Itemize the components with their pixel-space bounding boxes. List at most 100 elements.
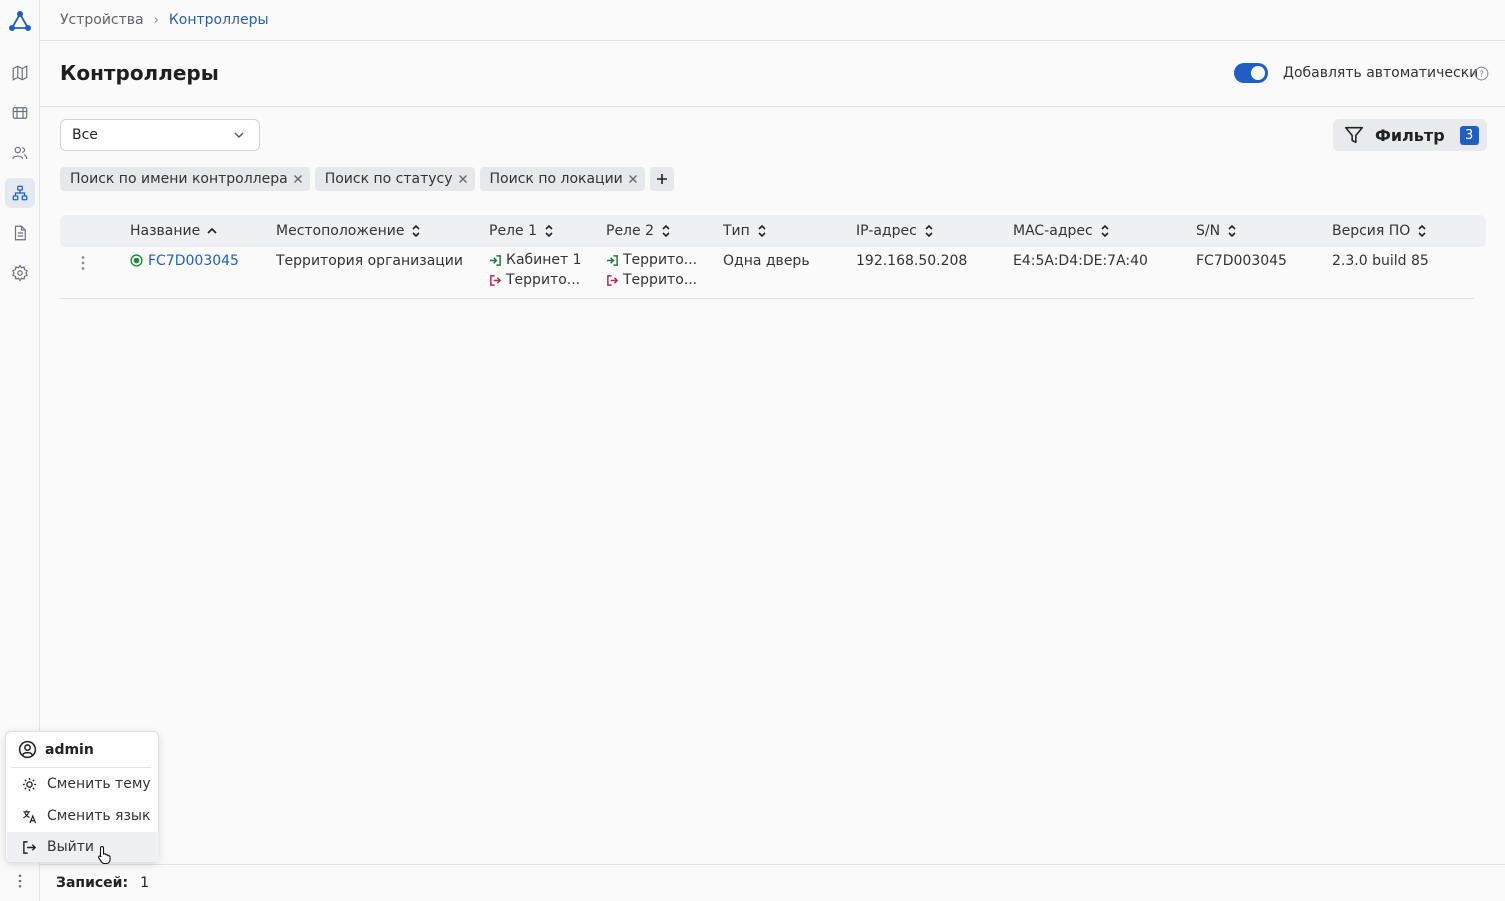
exit-icon	[607, 274, 619, 286]
sun-icon	[22, 777, 37, 791]
sidebar-item-reports[interactable]	[5, 218, 35, 248]
records-count: 1	[140, 875, 149, 891]
column-label: Версия ПО	[1332, 223, 1411, 239]
controller-name-link[interactable]: FC7D003045	[148, 253, 239, 269]
cell-ip: 192.168.50.208	[856, 253, 968, 269]
cell-location: Территория организации	[276, 253, 464, 269]
sort-icon	[1228, 224, 1236, 238]
filter-icon	[1344, 126, 1364, 144]
translate-icon	[23, 809, 37, 823]
chip-search-status[interactable]: Поиск по статусу	[314, 167, 475, 191]
column-header-type[interactable]: Тип	[723, 223, 768, 239]
page-title: Контроллеры	[60, 61, 219, 85]
chip-label: Поиск по локации	[489, 171, 623, 187]
filter-count-badge: 3	[1459, 125, 1479, 145]
plus-icon	[656, 174, 667, 184]
auto-add-label: Добавлять автоматически	[1283, 65, 1479, 81]
change-theme-item[interactable]: Сменить тему	[7, 769, 159, 799]
column-label: S/N	[1196, 223, 1221, 239]
column-header-location[interactable]: Местоположение	[276, 223, 422, 239]
sort-icon	[545, 224, 553, 238]
records-label: Записей:	[56, 875, 129, 891]
logout-icon	[23, 840, 37, 854]
column-label: MAC-адрес	[1013, 223, 1093, 239]
chevron-down-icon	[234, 132, 244, 138]
toggle-knob	[1251, 66, 1265, 80]
users-icon	[12, 146, 28, 160]
change-language-item[interactable]: Сменить язык	[7, 801, 159, 831]
svg-text:?: ?	[1479, 70, 1484, 80]
column-label: Реле 1	[489, 223, 537, 239]
column-label: Местоположение	[276, 223, 405, 239]
cell-sn: FC7D003045	[1196, 253, 1287, 269]
column-header-sn[interactable]: S/N	[1196, 223, 1238, 239]
column-header-relay2[interactable]: Реле 2	[606, 223, 672, 239]
relay-out-label: Террито...	[623, 272, 698, 288]
app-logo-icon[interactable]	[8, 9, 32, 33]
cell-mac: E4:5A:D4:DE:7A:40	[1013, 253, 1148, 269]
user-menu: admin Сменить тему Сменить язык Выйти	[5, 731, 159, 863]
table-header: Название Местоположение Реле 1 Реле 2 Ти…	[60, 215, 1486, 247]
menu-item-label: Сменить тему	[47, 776, 151, 792]
column-header-mac[interactable]: MAC-адрес	[1013, 223, 1111, 239]
chip-search-location[interactable]: Поиск по локации	[479, 167, 645, 191]
enter-icon	[606, 254, 618, 266]
close-icon[interactable]	[457, 173, 469, 185]
chip-label: Поиск по статусу	[324, 171, 453, 187]
sidebar-item-settings[interactable]	[5, 258, 35, 288]
filter-button[interactable]: Фильтр 3	[1333, 119, 1487, 151]
sidebar-item-users[interactable]	[5, 138, 35, 168]
status-select-value: Все	[72, 127, 98, 143]
enter-icon	[489, 254, 501, 266]
search-chips: Поиск по имени контроллера Поиск по стат…	[60, 167, 674, 191]
more-icon[interactable]	[10, 868, 30, 894]
logout-item[interactable]: Выйти	[7, 832, 159, 862]
column-header-relay1[interactable]: Реле 1	[489, 223, 555, 239]
cell-relay2: Террито... Террито...	[606, 250, 697, 290]
relay-in-label: Кабинет 1	[506, 252, 582, 268]
chevron-right-icon: ›	[153, 12, 159, 28]
cell-name: FC7D003045	[130, 253, 239, 269]
column-header-ip[interactable]: IP-адрес	[856, 223, 935, 239]
sidebar-item-controllers[interactable]	[5, 178, 35, 208]
menu-item-label: Выйти	[47, 839, 95, 855]
column-header-name[interactable]: Название	[130, 223, 218, 239]
breadcrumb: Устройства › Контроллеры	[40, 0, 1505, 41]
filter-label: Фильтр	[1375, 125, 1445, 145]
table-footer: Записей: 1	[40, 864, 1505, 901]
sidebar-item-map[interactable]	[5, 58, 35, 88]
column-label: Тип	[723, 223, 750, 239]
reports-icon	[14, 225, 26, 241]
status-online-icon	[130, 254, 143, 267]
relay-in-label: Террито...	[623, 252, 698, 268]
sort-icon	[662, 224, 670, 238]
menu-item-label: Сменить язык	[47, 808, 151, 824]
sort-icon	[758, 224, 766, 238]
cell-version: 2.3.0 build 85	[1332, 253, 1429, 269]
column-header-version[interactable]: Версия ПО	[1332, 223, 1428, 239]
close-icon[interactable]	[627, 173, 639, 185]
hand-cursor-icon	[98, 845, 111, 865]
close-icon[interactable]	[292, 173, 304, 185]
sort-icon	[925, 224, 933, 238]
sort-asc-icon	[207, 227, 217, 234]
add-search-button[interactable]	[649, 167, 674, 191]
status-select[interactable]: Все	[60, 119, 260, 151]
auto-add-toggle[interactable]	[1234, 63, 1268, 83]
row-actions-icon[interactable]	[79, 255, 87, 271]
map-icon	[12, 65, 28, 81]
column-label: Реле 2	[606, 223, 654, 239]
table-row[interactable]: FC7D003045 Территория организации Кабине…	[60, 247, 1474, 299]
page-header: Контроллеры Добавлять автоматически ?	[40, 41, 1505, 107]
breadcrumb-devices[interactable]: Устройства	[60, 12, 144, 28]
sidebar-item-devices[interactable]	[5, 98, 35, 128]
settings-icon	[12, 264, 28, 282]
chip-search-name[interactable]: Поиск по имени контроллера	[60, 167, 310, 191]
sort-icon	[1418, 224, 1426, 238]
exit-icon	[490, 274, 502, 286]
controllers-icon	[12, 185, 28, 201]
chip-label: Поиск по имени контроллера	[70, 171, 288, 187]
user-menu-header: admin	[11, 732, 151, 768]
cell-relay1: Кабинет 1 Террито...	[489, 250, 582, 290]
help-icon[interactable]: ?	[1474, 66, 1489, 81]
